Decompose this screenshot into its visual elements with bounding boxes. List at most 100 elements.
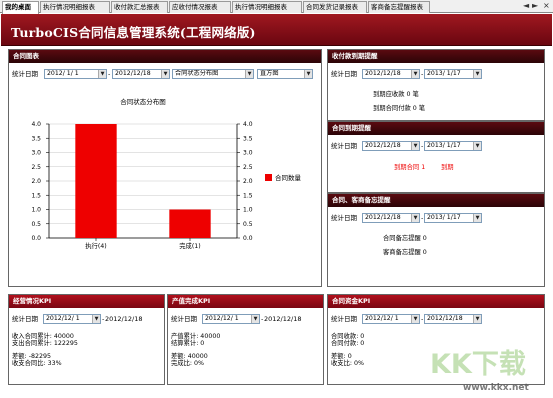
bar-1 bbox=[169, 209, 211, 238]
fund-kpi-header: 合同资金KPI bbox=[328, 295, 544, 308]
business-kpi-date-from[interactable]: 2012/12/ 1 ▼ bbox=[43, 314, 101, 324]
fund-balance: 差额: 0 bbox=[331, 353, 352, 360]
y-tick-label-right: 1.5 bbox=[243, 192, 253, 199]
date-to-value: 2013/ 1/17 bbox=[427, 70, 461, 77]
contract-chart-date-to[interactable]: 2012/12/18 ▼ bbox=[112, 69, 170, 79]
app-title: TurboCIS合同信息管理系统(工程网络版) bbox=[11, 25, 256, 40]
dropdown-arrow-icon[interactable]: ▼ bbox=[98, 70, 106, 78]
memo-date-to[interactable]: 2013/ 1/17 ▼ bbox=[424, 213, 482, 223]
tab-receivable-payable-report[interactable]: 应收付情况报表 bbox=[169, 1, 231, 13]
tab-close-icon[interactable]: × bbox=[543, 1, 550, 11]
completion-ratio: 完成比: 0% bbox=[171, 360, 205, 367]
due-contract-link[interactable]: 到期 bbox=[441, 164, 454, 171]
tab-payment-summary-report[interactable]: 收付款汇总报表 bbox=[111, 1, 168, 13]
chart-category-value: 合同状态分布图 bbox=[175, 70, 219, 77]
output-kpi-date-from[interactable]: 2012/12/ 1 ▼ bbox=[202, 314, 260, 324]
date-from-value: 2012/12/18 bbox=[365, 70, 401, 77]
dropdown-arrow-icon[interactable]: ▼ bbox=[251, 315, 259, 323]
income-contract-total: 收入合同累计: 40000 bbox=[12, 333, 74, 340]
output-balance: 差额: 40000 bbox=[171, 353, 208, 360]
watermark-logo: KK下载 bbox=[430, 349, 526, 380]
y-tick-label-left: 0.0 bbox=[31, 235, 41, 242]
dropdown-arrow-icon[interactable]: ▼ bbox=[245, 70, 253, 78]
fund-kpi-date-label: 统计日期 bbox=[331, 315, 357, 323]
chart-type-select[interactable]: 直方图 ▼ bbox=[257, 69, 313, 79]
expense-contract-total: 支出合同累计: 122295 bbox=[12, 340, 78, 347]
date-from-value: 2012/12/18 bbox=[365, 142, 401, 149]
date-to-value: 2013/ 1/17 bbox=[427, 142, 461, 149]
tab-shipment-record-report[interactable]: 合同发货记录报表 bbox=[303, 1, 367, 13]
fund-kpi-date-to[interactable]: 2012/12/18 ▼ bbox=[424, 314, 482, 324]
bar-0 bbox=[75, 124, 117, 238]
y-tick-label-left: 3.0 bbox=[31, 150, 41, 157]
business-kpi-date-to[interactable]: 2012/12/18 bbox=[105, 314, 142, 324]
contract-due-panel: 合同到期提醒 统计日期 2012/12/18 ▼ - 2013/ 1/17 ▼ 到期… bbox=[327, 121, 545, 193]
dropdown-arrow-icon[interactable]: ▼ bbox=[473, 214, 481, 222]
contract-due-date-label: 统计日期 bbox=[331, 142, 357, 150]
tab-merchant-memo-report[interactable]: 客商备忘提醒报表 bbox=[368, 1, 430, 13]
date-from-value: 2012/12/ 1 bbox=[365, 315, 399, 322]
date-from-value: 2012/12/18 bbox=[365, 214, 401, 221]
tab-my-desktop[interactable]: 我的桌面 bbox=[2, 1, 39, 14]
y-tick-label-left: 0.5 bbox=[31, 221, 41, 228]
contract-chart-panel: 合同图表 统计日期 2012/ 1/ 1 ▼ - 2012/12/18 ▼ 合同状态… bbox=[8, 49, 322, 287]
tab-scroll-right-icon[interactable]: ► bbox=[532, 1, 538, 11]
contract-due-date-from[interactable]: 2012/12/18 ▼ bbox=[362, 141, 420, 151]
dropdown-arrow-icon[interactable]: ▼ bbox=[411, 214, 419, 222]
due-receivable-count: 到期应收款 0 笔 bbox=[373, 91, 419, 98]
dropdown-arrow-icon[interactable]: ▼ bbox=[411, 315, 419, 323]
date-from-value: 2012/12/ 1 bbox=[46, 315, 80, 322]
y-tick-label-right: 0.5 bbox=[243, 221, 253, 228]
output-total: 产值累计: 40000 bbox=[171, 333, 221, 340]
dropdown-arrow-icon[interactable]: ▼ bbox=[411, 70, 419, 78]
tab-execution-detail-report-2[interactable]: 执行情况明细报表 bbox=[232, 1, 302, 13]
dropdown-arrow-icon[interactable]: ▼ bbox=[473, 70, 481, 78]
date-range-dash: - bbox=[102, 315, 105, 323]
contract-chart-date-from[interactable]: 2012/ 1/ 1 ▼ bbox=[44, 69, 107, 79]
contract-memo-count: 合同备忘提醒 0 bbox=[383, 235, 427, 242]
business-kpi-date-label: 统计日期 bbox=[12, 315, 38, 323]
memo-reminder-panel: 合同、客商备忘提醒 统计日期 2012/12/18 ▼ - 2013/ 1/17 ▼… bbox=[327, 193, 545, 287]
date-from-value: 2012/ 1/ 1 bbox=[47, 70, 79, 77]
output-kpi-header: 产值完成KPI bbox=[168, 295, 323, 308]
date-range-dash: - bbox=[421, 315, 424, 323]
y-tick-label-left: 2.0 bbox=[31, 178, 41, 185]
dropdown-arrow-icon[interactable]: ▼ bbox=[473, 142, 481, 150]
dropdown-arrow-icon[interactable]: ▼ bbox=[92, 315, 100, 323]
date-range-dash: - bbox=[108, 70, 111, 78]
contract-chart-header: 合同图表 bbox=[9, 50, 321, 63]
y-tick-label-right: 4.0 bbox=[243, 121, 253, 128]
date-range-dash: - bbox=[421, 70, 424, 78]
tab-strip: 我的桌面 执行情况明细报表 收付款汇总报表 应收付情况报表 执行情况明细报表 合… bbox=[0, 0, 553, 14]
business-kpi-header: 经营情况KPI bbox=[9, 295, 164, 308]
payment-reminder-panel: 收付款到期提醒 统计日期 2012/12/18 ▼ - 2013/ 1/17 ▼ 到… bbox=[327, 49, 545, 121]
payment-date-to[interactable]: 2013/ 1/17 ▼ bbox=[424, 69, 482, 79]
dropdown-arrow-icon[interactable]: ▼ bbox=[161, 70, 169, 78]
fund-kpi-date-from[interactable]: 2012/12/ 1 ▼ bbox=[362, 314, 420, 324]
date-to-value: 2012/12/18 bbox=[115, 70, 151, 77]
output-kpi-date-to[interactable]: 2012/12/18 bbox=[264, 314, 301, 324]
memo-date-from[interactable]: 2012/12/18 ▼ bbox=[362, 213, 420, 223]
date-to-value: 2012/12/18 bbox=[427, 315, 463, 322]
tab-scroll-left-icon[interactable]: ◄ bbox=[523, 1, 529, 11]
contract-status-chart: 合同状态分布图 0.0 0.0 0.5 0.5 1.0 1.0 1.5 1.5 2.0 2.0 2.5… bbox=[31, 97, 302, 250]
date-to-value: 2013/ 1/17 bbox=[427, 214, 461, 221]
x-tick-label: 完成(1) bbox=[179, 241, 201, 250]
dropdown-arrow-icon[interactable]: ▼ bbox=[473, 315, 481, 323]
contract-due-date-to[interactable]: 2013/ 1/17 ▼ bbox=[424, 141, 482, 151]
dropdown-arrow-icon[interactable]: ▼ bbox=[411, 142, 419, 150]
payment-date-from[interactable]: 2012/12/18 ▼ bbox=[362, 69, 420, 79]
output-kpi-date-label: 统计日期 bbox=[171, 315, 197, 323]
legend-label: 合同数量 bbox=[275, 173, 302, 182]
chart-type-value: 直方图 bbox=[260, 70, 279, 77]
output-kpi-panel: 产值完成KPI 统计日期 2012/12/ 1 ▼ - 2012/12/18 产值… bbox=[167, 294, 324, 385]
chart-category-select[interactable]: 合同状态分布图 ▼ bbox=[172, 69, 254, 79]
tab-execution-detail-report[interactable]: 执行情况明细报表 bbox=[40, 1, 110, 13]
legend-swatch bbox=[265, 174, 272, 181]
date-range-dash: - bbox=[261, 315, 264, 323]
memo-date-label: 统计日期 bbox=[331, 214, 357, 222]
dropdown-arrow-icon[interactable]: ▼ bbox=[304, 70, 312, 78]
merchant-memo-count: 客商备忘提醒 0 bbox=[383, 249, 427, 256]
date-from-value: 2012/12/ 1 bbox=[205, 315, 239, 322]
due-payable-count: 到期合同付款 0 笔 bbox=[373, 105, 426, 112]
